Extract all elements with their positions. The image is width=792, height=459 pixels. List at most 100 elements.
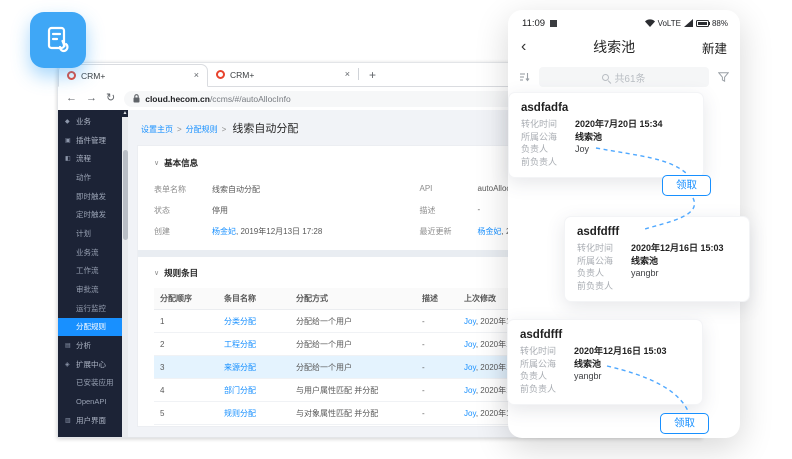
sidebar-item-label: 分析 xyxy=(76,340,91,351)
field-value: - xyxy=(478,205,481,216)
breadcrumb-separator: > xyxy=(177,125,182,134)
user-link[interactable]: 杨金妃 xyxy=(212,227,236,236)
card-field-value: yangbr xyxy=(631,267,659,280)
breadcrumb-link[interactable]: 设置主页 xyxy=(141,124,173,135)
section-title: 基本信息 xyxy=(164,157,198,169)
phone-screen: 11:09 VoLTE 88% ‹ 线索池 新建 共61条 xyxy=(508,10,740,438)
sidebar-item-业务流[interactable]: 业务流 xyxy=(58,243,122,262)
url-path: /ccms/#/autoAllocInfo xyxy=(210,94,291,104)
lead-card[interactable]: asdfdfff转化时间2020年12月16日 15:03所属公海线索池负责人y… xyxy=(507,319,703,405)
rule-link[interactable]: 来源分配 xyxy=(224,363,256,372)
sidebar-item-审批流[interactable]: 审批流 xyxy=(58,280,122,299)
crm-favicon xyxy=(216,70,225,79)
cell-name: 工程分配 xyxy=(218,333,290,356)
sidebar-item-用户界面[interactable]: ▥用户界面 xyxy=(58,411,122,430)
sidebar-item-流程[interactable]: ◧流程 xyxy=(58,149,122,168)
back-icon[interactable]: ← xyxy=(66,93,77,104)
card-field: 负责人yangbr xyxy=(520,370,690,383)
sidebar-item-业务[interactable]: ◆业务 xyxy=(58,112,122,131)
chevron-down-icon[interactable]: ∨ xyxy=(154,159,159,167)
sidebar-item-已安装应用[interactable]: 已安装应用 xyxy=(58,374,122,393)
cell-method: 分配给一个用户 xyxy=(290,356,416,379)
phone-search-row: 共61条 xyxy=(508,62,740,92)
card-field-label: 前负责人 xyxy=(520,383,574,396)
sidebar-item-插件管理[interactable]: ▣插件管理 xyxy=(58,131,122,150)
user-link[interactable]: Joy xyxy=(464,317,476,326)
sidebar-item-计划[interactable]: 计划 xyxy=(58,224,122,243)
user-link[interactable]: Joy xyxy=(464,340,476,349)
rule-link[interactable]: 工程分配 xyxy=(224,340,256,349)
breadcrumb-link[interactable]: 分配规则 xyxy=(186,124,218,135)
search-input[interactable]: 共61条 xyxy=(539,67,709,87)
rule-link[interactable]: 部门分配 xyxy=(224,386,256,395)
user-link[interactable]: 杨金妃 xyxy=(478,227,502,236)
signal-icon xyxy=(684,19,693,27)
sidebar-item-扩展中心[interactable]: ◈扩展中心 xyxy=(58,355,122,374)
new-tab-button[interactable]: + xyxy=(359,68,386,86)
cell-method: 与对象属性匹配 并分配 xyxy=(290,402,416,425)
lead-card-title: asdfdfff xyxy=(577,226,737,238)
field-label: 状态 xyxy=(154,205,212,216)
sidebar-item-icon: ◧ xyxy=(65,155,73,162)
sidebar-item-运行监控[interactable]: 运行监控 xyxy=(58,299,122,318)
browser-tab-2[interactable]: CRM+ × xyxy=(208,63,358,86)
card-field: 负责人Joy xyxy=(521,143,691,156)
reload-icon[interactable]: ↻ xyxy=(106,93,115,104)
rule-link[interactable]: 分类分配 xyxy=(224,317,256,326)
user-link[interactable]: Joy xyxy=(464,386,476,395)
create-new-button[interactable]: 新建 xyxy=(702,38,727,57)
tab-title: CRM+ xyxy=(81,71,189,81)
column-header: 分配方式 xyxy=(290,288,416,310)
card-field-value: Joy xyxy=(575,143,589,156)
browser-tab-1[interactable]: CRM+ × xyxy=(58,64,208,87)
card-field-label: 负责人 xyxy=(520,370,574,383)
column-header: 描述 xyxy=(416,288,458,310)
chevron-down-icon[interactable]: ∨ xyxy=(154,269,159,277)
sidebar-item-动作[interactable]: 动作 xyxy=(58,168,122,187)
tab-close-icon[interactable]: × xyxy=(345,70,350,79)
sidebar-item-分配规则[interactable]: 分配规则 xyxy=(58,318,122,337)
user-link[interactable]: Joy xyxy=(464,409,476,418)
rule-link[interactable]: 规则分配 xyxy=(224,409,256,418)
claim-button[interactable]: 领取 xyxy=(662,175,711,196)
sidebar-item-定时触发[interactable]: 定时触发 xyxy=(58,205,122,224)
info-field: 创建杨金妃, 2019年12月13日 17:28 xyxy=(154,221,420,242)
cell-desc: - xyxy=(416,402,458,425)
sidebar-item-分析[interactable]: ▤分析 xyxy=(58,336,122,355)
cell-name: 部门分配 xyxy=(218,379,290,402)
claim-button[interactable]: 领取 xyxy=(660,413,709,434)
card-field: 前负责人 xyxy=(577,280,737,293)
tab-close-icon[interactable]: × xyxy=(194,71,199,80)
sidebar-item-label: 分配规则 xyxy=(76,321,106,332)
sort-icon[interactable] xyxy=(519,72,530,82)
cell-order: 5 xyxy=(154,402,218,425)
filter-icon[interactable] xyxy=(718,72,729,82)
sidebar-item-OpenAPI[interactable]: OpenAPI xyxy=(58,392,122,411)
carrier-label: VoLTE xyxy=(658,19,681,28)
forward-icon[interactable]: → xyxy=(86,93,97,104)
breadcrumb-separator: > xyxy=(222,125,227,134)
sidebar-scrollbar[interactable]: ▲ xyxy=(122,110,128,437)
cell-order: 1 xyxy=(154,310,218,333)
sidebar-item-即时触发[interactable]: 即时触发 xyxy=(58,187,122,206)
scrollbar-thumb[interactable] xyxy=(123,150,128,240)
user-link[interactable]: Joy xyxy=(464,363,476,372)
card-field-value: 2020年12月16日 15:03 xyxy=(631,242,724,255)
card-field-label: 前负责人 xyxy=(521,156,575,169)
cell-name: 规则分配 xyxy=(218,402,290,425)
card-field-value: 2020年7月20日 15:34 xyxy=(575,118,663,131)
battery-icon xyxy=(696,20,709,27)
scroll-up-icon[interactable]: ▲ xyxy=(122,110,128,117)
sidebar-item-icon: ◆ xyxy=(65,118,73,125)
sidebar-item-工作流[interactable]: 工作流 xyxy=(58,262,122,281)
search-placeholder: 共61条 xyxy=(614,70,645,85)
field-value: 停用 xyxy=(212,205,228,216)
card-field: 前负责人 xyxy=(520,383,690,396)
page-title: 线索自动分配 xyxy=(232,120,298,136)
card-field: 前负责人 xyxy=(521,156,691,169)
sidebar-item-icon: ▣ xyxy=(65,137,73,144)
info-field: 状态停用 xyxy=(154,200,420,221)
lead-card[interactable]: asdfadfa转化时间2020年7月20日 15:34所属公海线索池负责人Jo… xyxy=(508,92,704,178)
tab-title: CRM+ xyxy=(230,70,340,80)
lead-card[interactable]: asdfdfff转化时间2020年12月16日 15:03所属公海线索池负责人y… xyxy=(564,216,750,302)
